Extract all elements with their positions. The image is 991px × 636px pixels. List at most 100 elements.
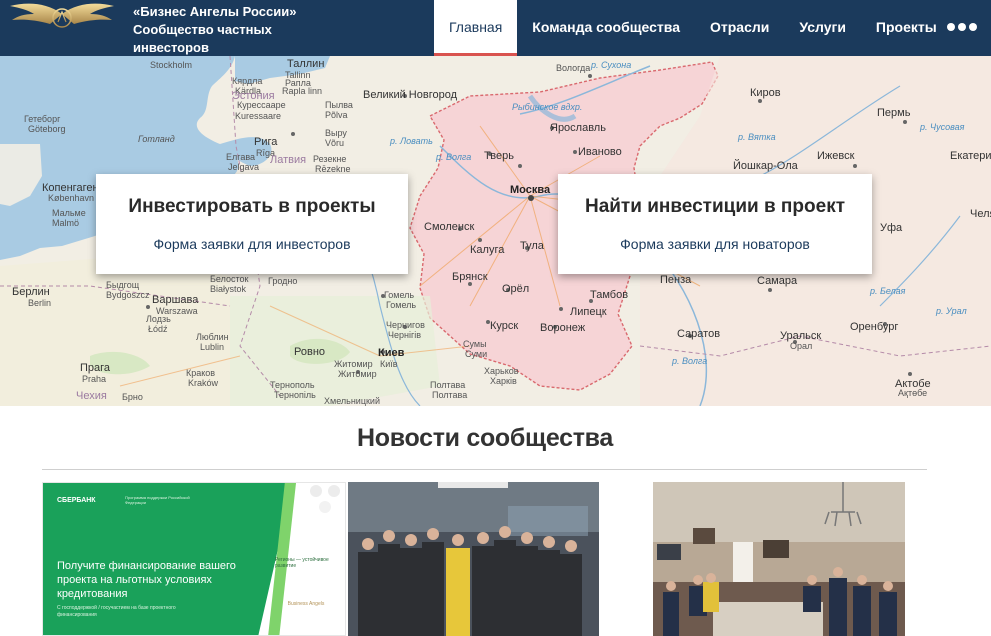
map-label: Челя: [970, 208, 991, 220]
map-label: Великий Новгород: [363, 89, 458, 101]
map-label: Lublin: [200, 342, 225, 352]
map-label: Самара: [757, 275, 798, 287]
map-label: Stockholm: [150, 60, 193, 70]
regions-logo: Регионы — устойчивое развитие: [275, 557, 329, 569]
map-label: Мальме: [52, 208, 86, 218]
map-label: Таллин: [287, 58, 325, 70]
map-label: Киев: [378, 347, 405, 359]
map-label: Пылва: [325, 100, 353, 110]
map-label: Брно: [122, 392, 143, 402]
investor-form-link[interactable]: Форма заявки для инвесторов: [96, 236, 408, 252]
map-label: Уфа: [880, 222, 903, 234]
map-label: Гомель: [384, 290, 415, 300]
map-label: Харьков: [484, 366, 519, 376]
map-label: Jelgava: [228, 162, 260, 172]
map-label: Praha: [82, 374, 107, 384]
map-label: р. Волга: [672, 356, 708, 366]
map-label: Łódź: [148, 324, 168, 334]
nav-services[interactable]: Услуги: [784, 0, 861, 56]
nav-projects[interactable]: Проекты: [861, 0, 952, 56]
map-label: Варшава: [152, 294, 199, 306]
map-label: Київ: [380, 359, 398, 369]
news-divider: [42, 469, 927, 470]
sberbank-logo: СБЕРБАНК: [57, 497, 96, 504]
map-label: Рыбинское вдхр.: [512, 102, 583, 112]
map-label: р. Урал: [936, 306, 967, 316]
map-label: Хмельницкий: [324, 396, 380, 406]
news-tile-meeting-photo[interactable]: [653, 482, 905, 636]
map-label: Гомель: [386, 300, 417, 310]
map-label: Быдгощ: [106, 280, 140, 290]
map-label: Краков: [186, 368, 216, 378]
news-tile-sberbank[interactable]: СБЕРБАНК Программа поддержки Российской …: [42, 482, 346, 636]
angel-wings-logo-icon[interactable]: [6, 0, 118, 34]
map-label: Чернігів: [388, 330, 422, 340]
map-label: Житомир: [338, 369, 377, 379]
map-label: Житомир: [334, 359, 373, 369]
map-label: Калуга: [470, 244, 505, 256]
map-label: Кярдла: [232, 76, 263, 86]
map-label: Курск: [490, 320, 519, 332]
promo-small-text: Программа поддержки Российской Федерации: [125, 495, 190, 505]
map-label: Võru: [325, 138, 345, 148]
map-label: р. Чусовая: [920, 122, 965, 132]
invest-card-title: Инвестировать в проекты: [128, 196, 376, 217]
map-label: Орал: [790, 341, 813, 351]
map-label: р. Вятка: [738, 132, 776, 142]
map-label: Елгава: [226, 152, 256, 162]
map-label: Göteborg: [28, 124, 66, 134]
map-label: Брянск: [452, 271, 488, 283]
map-label: Ижевск: [817, 150, 855, 162]
map-label: Смоленск: [424, 221, 475, 233]
map-label: Резекне: [313, 154, 347, 164]
map-label: Bydgoszcz: [106, 290, 150, 300]
map-label: Сумы: [463, 339, 487, 349]
nav-industries[interactable]: Отрасли: [695, 0, 784, 56]
map-label: Суми: [465, 349, 488, 359]
find-card-title: Найти инвестиции в проект: [584, 196, 846, 217]
brand[interactable]: «Бизнес Ангелы России» Сообщество частны…: [133, 3, 296, 57]
map-label: Тамбов: [590, 289, 629, 301]
map-label: Киров: [750, 87, 781, 99]
map-label: Рига: [254, 136, 278, 148]
map-label: Гетеборг: [24, 114, 61, 124]
map-label: Białystok: [210, 284, 247, 294]
map-label: Ровно: [294, 346, 326, 358]
map-label: Орёл: [502, 283, 530, 295]
innovator-form-link[interactable]: Форма заявки для новаторов: [558, 236, 872, 252]
meeting-photo-image: [653, 482, 905, 636]
map-label: Белосток: [210, 274, 249, 284]
nav-team[interactable]: Команда сообщества: [517, 0, 695, 56]
map-label: Лодзь: [146, 314, 171, 324]
map-label: København: [48, 193, 95, 203]
group-photo-image: [348, 482, 599, 636]
more-dots-icon[interactable]: [945, 15, 979, 39]
map-label: Rapla linn: [282, 86, 323, 96]
map-label: Оренбург: [850, 321, 899, 333]
map-hero: Stockholm Таллин Tallinn Кярдла Kärdla Р…: [0, 56, 991, 406]
map-label: Полтава: [432, 390, 468, 400]
map-label: Иваново: [578, 146, 622, 158]
brand-subtitle: Сообщество частных инвесторов: [133, 22, 272, 55]
map-label: Екатеринбу: [950, 150, 991, 162]
news-section-title: Новости сообщества: [356, 424, 613, 452]
map-label: Люблин: [196, 332, 229, 342]
map-label: Москва: [510, 184, 551, 196]
map-label: Тернопіль: [274, 390, 316, 400]
find-investment-card: Найти инвестиции в проект Форма заявки д…: [558, 174, 872, 274]
map-label: Чернигов: [386, 320, 425, 330]
map-label: Ақтөбе: [898, 388, 928, 398]
news-tile-group-photo[interactable]: [348, 482, 599, 636]
site-header: «Бизнес Ангелы России» Сообщество частны…: [0, 0, 991, 56]
map-label: Пенза: [660, 274, 692, 286]
map-label: Латвия: [270, 154, 307, 166]
map-label: Курессааре: [237, 100, 286, 110]
map-label: Berlin: [28, 298, 52, 308]
map-label: Вологда: [556, 63, 591, 73]
map-label: Саратов: [677, 328, 721, 340]
nav-home[interactable]: Главная: [434, 0, 518, 56]
map-label: р. Белая: [870, 286, 906, 296]
map-label: Rēzekne: [315, 164, 351, 174]
map-label: р. Сухона: [591, 60, 632, 70]
map-label: Воронеж: [540, 322, 586, 334]
